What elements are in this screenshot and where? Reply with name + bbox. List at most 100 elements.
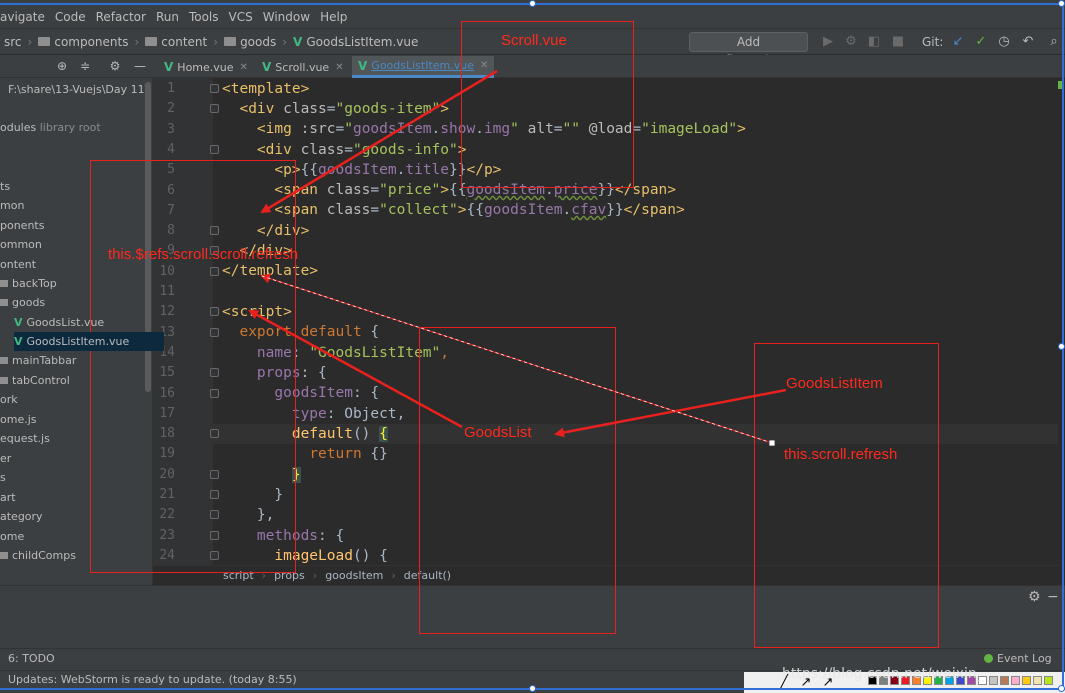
tab-home-vue[interactable]: V Home.vue ✕ — [158, 56, 254, 78]
menu-refactor[interactable]: Refactor — [91, 10, 151, 24]
chevron-right-icon: › — [312, 569, 318, 582]
project-item-label: ome — [0, 530, 25, 543]
project-item[interactable]: ome — [0, 527, 150, 546]
stop-icon[interactable]: ■ — [890, 33, 906, 51]
project-item[interactable]: ponents — [0, 216, 150, 235]
project-item[interactable]: mon — [0, 196, 150, 215]
folder-icon — [38, 37, 51, 46]
code-line-1[interactable]: <template> — [222, 79, 309, 99]
project-item[interactable]: ontent — [0, 255, 150, 274]
debug-icon[interactable]: ⚙ — [843, 33, 859, 51]
line-number: 4 — [167, 141, 175, 157]
resize-handle-top-right[interactable] — [1058, 0, 1065, 7]
status-message: Updates: WebStorm is ready to update. (t… — [8, 673, 297, 686]
menu-run[interactable]: Run — [151, 10, 184, 24]
vue-file-icon: V — [262, 60, 272, 74]
menu-vcs[interactable]: VCS — [224, 10, 258, 24]
project-item[interactable]: V GoodsList.vue — [14, 313, 164, 332]
git-commit-icon[interactable]: ✓ — [973, 33, 989, 51]
breadcrumb-src[interactable]: src — [0, 35, 26, 49]
gear-icon[interactable]: ⚙ — [1028, 589, 1044, 605]
coverage-icon[interactable]: ◧ — [866, 33, 882, 51]
project-item-label: ategory — [0, 510, 43, 523]
project-item[interactable]: childComps — [0, 546, 150, 565]
project-item[interactable]: V GoodsListItem.vue — [14, 332, 164, 351]
project-item[interactable]: s — [0, 468, 150, 487]
project-library-root[interactable]: odules library root — [0, 118, 150, 137]
color-swatch[interactable] — [1033, 676, 1042, 685]
project-item[interactable]: ome.js — [0, 410, 150, 429]
project-item[interactable]: art — [0, 488, 150, 507]
folder-icon — [0, 280, 8, 287]
git-update-icon[interactable]: ↙ — [950, 33, 966, 51]
project-item-label: ts — [0, 180, 11, 193]
event-log-button[interactable]: Event Log — [984, 652, 1052, 665]
fold-toggle-icon[interactable] — [210, 104, 219, 114]
run-icon[interactable]: ▶ — [820, 33, 836, 51]
project-item[interactable]: er — [0, 449, 150, 468]
folder-icon — [0, 357, 8, 364]
watermark: https://blog.csdn.net/weixin_ — [782, 666, 984, 682]
resize-handle-bottom-right[interactable] — [1058, 685, 1065, 692]
code-line-4[interactable]: <div class="goods-info"> — [222, 140, 467, 160]
todo-tool-button[interactable]: 6: TODO — [8, 652, 55, 665]
fold-toggle-icon[interactable] — [210, 84, 219, 93]
add-configuration-button[interactable]: Add Configuration... — [689, 32, 808, 67]
color-swatch[interactable] — [989, 676, 998, 685]
project-item[interactable]: equest.js — [0, 429, 150, 448]
collapse-all-icon[interactable]: ≑ — [78, 57, 92, 75]
project-item[interactable]: ommon — [0, 235, 150, 254]
color-swatch[interactable] — [1000, 676, 1009, 685]
minimize-icon[interactable]: − — [1047, 589, 1061, 605]
project-item[interactable]: ts — [0, 177, 150, 196]
folder-icon — [0, 377, 8, 384]
folder-icon — [224, 37, 237, 46]
menu-help[interactable]: Help — [315, 10, 352, 24]
line-number: 2 — [167, 101, 175, 117]
resize-handle-right[interactable] — [1058, 343, 1065, 350]
git-label: Git: — [922, 35, 944, 49]
breadcrumb-goods[interactable]: goods — [220, 35, 280, 49]
editor-crumb-goodsitem[interactable]: goodsItem — [325, 569, 383, 582]
color-swatch[interactable] — [1011, 676, 1020, 685]
breadcrumb-content[interactable]: content — [141, 35, 211, 49]
breadcrumb-components[interactable]: components — [34, 35, 132, 49]
fold-toggle-icon[interactable] — [210, 144, 219, 154]
tab-scroll-vue[interactable]: V Scroll.vue ✕ — [256, 56, 350, 78]
minimize-icon[interactable]: — — [133, 57, 147, 75]
git-history-icon[interactable]: ◷ — [996, 33, 1012, 51]
menu-code[interactable]: Code — [50, 10, 91, 24]
color-swatch[interactable] — [1044, 676, 1053, 685]
project-item-label: ontent — [0, 258, 37, 271]
project-item[interactable]: mainTabbar — [0, 351, 150, 370]
annotation-label-goodslist: GoodsList — [464, 424, 532, 441]
project-item[interactable]: ork — [0, 390, 150, 409]
menu-window[interactable]: Window — [258, 10, 315, 24]
chevron-right-icon: › — [27, 34, 33, 49]
project-item-label: equest.js — [0, 432, 50, 445]
code-line-2[interactable]: <div class="goods-item"> — [222, 99, 449, 119]
project-item-label: GoodsList.vue — [26, 316, 105, 329]
close-icon[interactable]: ✕ — [335, 62, 343, 73]
resize-handle-bottom[interactable] — [529, 685, 536, 692]
project-item[interactable]: tabControl — [0, 371, 150, 390]
git-rollback-icon[interactable]: ↶ — [1020, 33, 1036, 51]
menu-navigate[interactable]: avigate — [0, 10, 50, 24]
breadcrumb-file[interactable]: V GoodsListItem.vue — [289, 35, 422, 49]
project-item-label: ork — [0, 393, 18, 406]
project-item[interactable]: backTop — [0, 274, 150, 293]
project-root-path[interactable]: F:\share\13-Vuejs\Day 11\l — [8, 80, 152, 99]
menu-tools[interactable]: Tools — [184, 10, 224, 24]
project-item-label: ommon — [0, 238, 42, 251]
color-swatch[interactable] — [1022, 676, 1031, 685]
project-item-label: tabControl — [12, 374, 70, 387]
gear-icon[interactable]: ⚙ — [108, 57, 122, 75]
locate-icon[interactable]: ⊕ — [55, 57, 69, 75]
close-icon[interactable]: ✕ — [240, 62, 248, 73]
search-everywhere-icon[interactable]: ⌕ — [1046, 33, 1062, 51]
project-item[interactable]: goods — [0, 293, 150, 312]
annotation-label-scroll-vue: Scroll.vue — [501, 32, 567, 49]
annotation-box-goodslist — [419, 327, 616, 634]
resize-handle-top[interactable] — [529, 0, 536, 7]
project-item[interactable]: ategory — [0, 507, 150, 526]
